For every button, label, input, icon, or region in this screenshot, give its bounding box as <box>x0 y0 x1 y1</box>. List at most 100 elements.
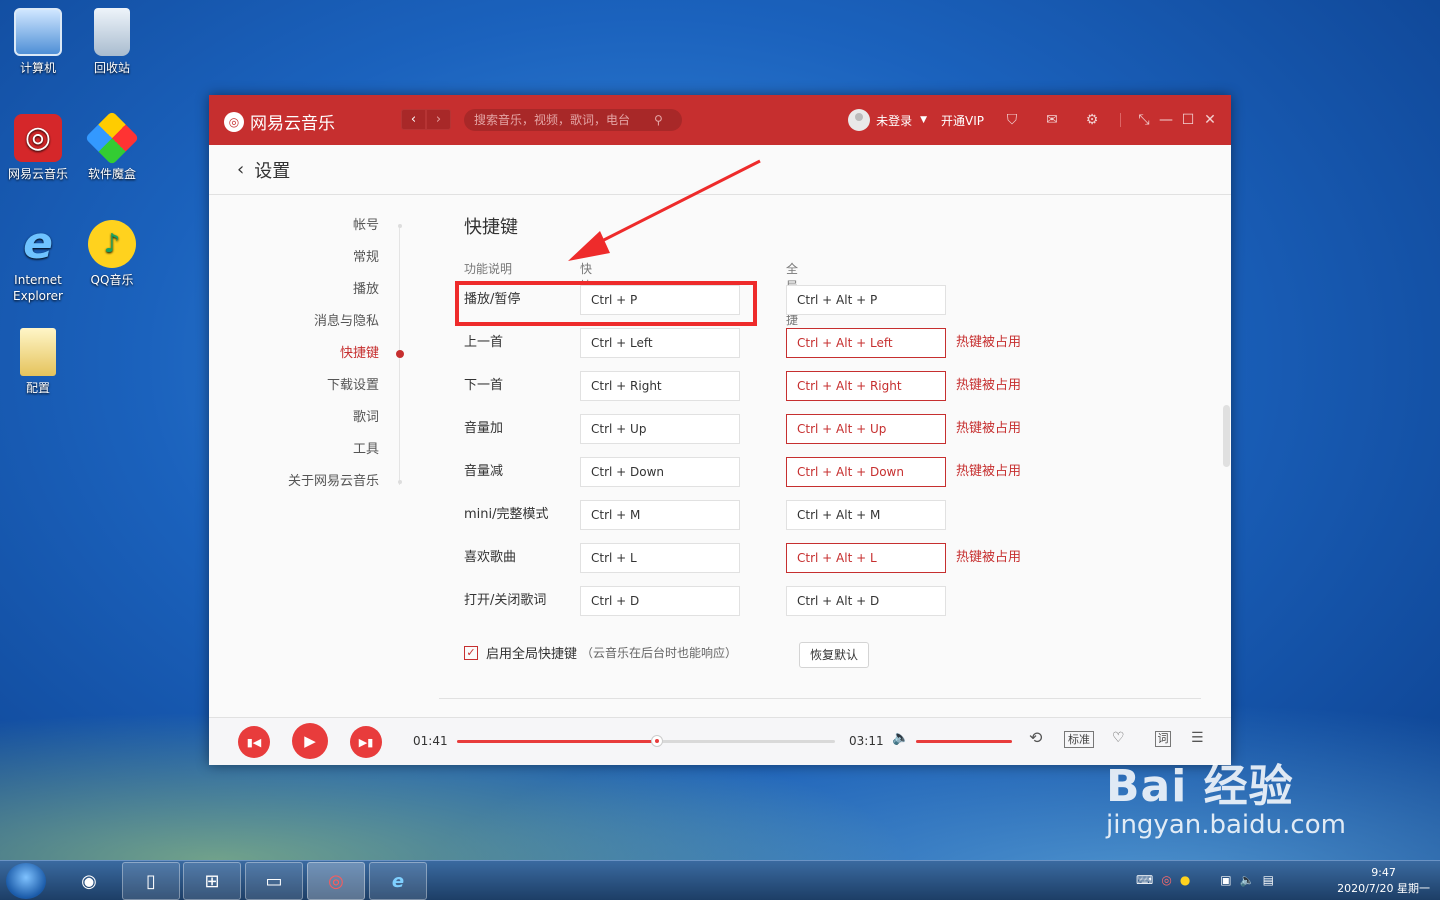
search-icon[interactable]: ⚲ <box>654 113 663 127</box>
desktop-icon-label: 网易云音乐 <box>7 167 68 181</box>
netease-tray-icon[interactable]: ◎ <box>1161 873 1171 887</box>
shortcut-key-field[interactable]: Ctrl + Down <box>580 457 740 487</box>
back-arrow-icon[interactable]: ‹ <box>237 159 244 180</box>
enable-global-shortcuts[interactable]: ✓ 启用全局快捷键 （云音乐在后台时也能响应） <box>464 643 737 662</box>
sidebar-item[interactable]: 常规 <box>269 245 409 277</box>
progress-knob[interactable] <box>651 735 664 747</box>
keyboard-icon[interactable]: ⌨ <box>1136 873 1153 887</box>
enable-global-checkbox[interactable]: ✓ <box>464 645 478 660</box>
shortcut-row: 上一首 Ctrl + Left Ctrl + Alt + Left 热键被占用 <box>464 328 1044 358</box>
desktop-icon-internet-explorer[interactable]: e Internet Explorer <box>0 220 76 304</box>
global-shortcut-field[interactable]: Ctrl + Alt + Left <box>786 328 946 358</box>
close-icon[interactable]: ✕ <box>1199 112 1221 128</box>
open-vip-link[interactable]: 开通VIP <box>941 112 984 129</box>
qq-music-tray-icon[interactable]: ● <box>1180 873 1190 887</box>
shortcut-key-field[interactable]: Ctrl + M <box>580 500 740 530</box>
restore-defaults-button[interactable]: 恢复默认 <box>799 642 869 668</box>
global-shortcut-field[interactable]: Ctrl + Alt + Right <box>786 371 946 401</box>
annotation-highlight-box <box>455 281 757 326</box>
global-shortcut-field[interactable]: Ctrl + Alt + Down <box>786 457 946 487</box>
minimize-icon[interactable]: — <box>1155 112 1177 128</box>
shortcut-row: 音量减 Ctrl + Down Ctrl + Alt + Down 热键被占用 <box>464 457 1044 487</box>
desktop-icon-config-folder[interactable]: 配置 <box>0 328 76 396</box>
shortcut-key-field[interactable]: Ctrl + Up <box>580 414 740 444</box>
avatar[interactable] <box>848 109 871 131</box>
shortcut-key-field[interactable]: Ctrl + Left <box>580 328 740 358</box>
volume-bar[interactable] <box>916 740 1012 743</box>
notebook-icon: ▭ <box>265 870 283 892</box>
desktop-icon-software-box[interactable]: 软件魔盒 <box>74 110 150 182</box>
shortcut-row: 喜欢歌曲 Ctrl + L Ctrl + Alt + L 热键被占用 <box>464 543 1044 573</box>
clock[interactable]: 9:47 2020/7/20 星期一 <box>1337 865 1430 897</box>
start-button[interactable] <box>6 863 46 899</box>
desktop-icon-label: 软件魔盒 <box>87 167 136 181</box>
hotkey-occupied-warning: 热键被占用 <box>956 464 1022 479</box>
sidebar-item[interactable]: 播放 <box>269 277 409 309</box>
scrollbar[interactable] <box>1223 405 1230 467</box>
title-divider <box>1120 113 1121 127</box>
play-button[interactable]: ▶ <box>292 723 328 759</box>
previous-button[interactable]: ▮◀ <box>238 726 270 758</box>
maximize-icon[interactable]: ☐ <box>1177 112 1199 128</box>
desktop-icon-qq-music[interactable]: ♪ QQ音乐 <box>74 220 150 288</box>
desktop-icon-recycle-bin[interactable]: 回收站 <box>74 8 150 76</box>
taskbar-internet-explorer[interactable]: e <box>369 862 427 900</box>
speaker-icon[interactable]: 🔈 <box>1240 873 1255 887</box>
global-shortcut-field[interactable]: Ctrl + Alt + D <box>786 586 946 616</box>
repeat-icon[interactable]: ⟲ <box>1029 728 1042 747</box>
back-nav-button[interactable]: ‹ <box>401 109 426 130</box>
sidebar-item[interactable]: 帐号 <box>269 213 409 245</box>
search-box[interactable]: ⚲ <box>464 109 682 131</box>
network-app-icon[interactable]: ▣ <box>1220 873 1231 887</box>
global-shortcut-field[interactable]: Ctrl + Alt + P <box>786 285 946 315</box>
taskbar-notebook-app[interactable]: ▭ <box>245 862 303 900</box>
shortcut-function-label: mini/完整模式 <box>464 507 549 522</box>
taskbar-chrome[interactable]: ◉ <box>60 862 118 900</box>
sidebar-item[interactable]: 歌词 <box>269 405 409 437</box>
app-logo[interactable]: ◎ 网易云音乐 <box>224 109 335 134</box>
taskbar-netease-music[interactable]: ◎ <box>307 862 365 900</box>
shortcut-key-field[interactable]: Ctrl + L <box>580 543 740 573</box>
mail-icon[interactable]: ✉ <box>1040 112 1064 128</box>
gear-icon[interactable]: ⚙ <box>1080 112 1104 128</box>
shortcut-row: 下一首 Ctrl + Right Ctrl + Alt + Right 热键被占用 <box>464 371 1044 401</box>
folder-icon <box>20 328 56 376</box>
history-nav: ‹ › <box>401 109 451 130</box>
shortcut-function-label: 打开/关闭歌词 <box>464 593 547 608</box>
global-shortcut-field[interactable]: Ctrl + Alt + L <box>786 543 946 573</box>
shortcut-key-field[interactable]: Ctrl + D <box>580 586 740 616</box>
content-divider <box>439 698 1201 699</box>
netease-music-icon: ◎ <box>328 870 344 892</box>
volume-icon[interactable]: 🔈 <box>892 730 909 746</box>
taskbar-windows-app[interactable]: ⊞ <box>183 862 241 900</box>
taskbar-phone-app[interactable]: ▯ <box>122 862 180 900</box>
progress-bar[interactable] <box>457 735 835 747</box>
next-button[interactable]: ▶▮ <box>350 726 382 758</box>
sound-effect-icon[interactable]: ♡ <box>1112 730 1125 746</box>
network-icon[interactable]: ▤ <box>1263 873 1274 887</box>
global-shortcut-field[interactable]: Ctrl + Alt + M <box>786 500 946 530</box>
skin-icon[interactable]: ⛉ <box>1000 112 1024 128</box>
sidebar-item[interactable]: 关于网易云音乐 <box>269 469 409 501</box>
sidebar-item[interactable]: 下载设置 <box>269 373 409 405</box>
sidebar-item[interactable]: 快捷键 <box>269 341 409 373</box>
forward-nav-button[interactable]: › <box>426 109 451 130</box>
global-shortcut-field[interactable]: Ctrl + Alt + Up <box>786 414 946 444</box>
desktop-icon-netease-music[interactable]: ◎ 网易云音乐 <box>0 114 76 182</box>
search-input[interactable] <box>474 113 654 127</box>
login-link[interactable]: 未登录 <box>876 112 912 129</box>
quality-toggle[interactable]: 标准 <box>1064 731 1094 748</box>
sidebar-item[interactable]: 工具 <box>269 437 409 469</box>
desktop-icon-computer[interactable]: 计算机 <box>0 8 76 76</box>
chevron-right-icon: › <box>435 112 442 127</box>
sidebar-item[interactable]: 消息与隐私 <box>269 309 409 341</box>
chevron-down-icon[interactable]: ▼ <box>920 115 927 125</box>
mini-mode-icon[interactable]: ⤡ <box>1133 112 1155 128</box>
software-box-icon <box>84 110 140 166</box>
enable-global-label: 启用全局快捷键 <box>486 647 578 662</box>
playlist-icon[interactable]: ☰ <box>1191 730 1204 746</box>
chrome-icon: ◉ <box>81 870 97 892</box>
lyric-toggle[interactable]: 词 <box>1155 731 1171 747</box>
shortcut-key-field[interactable]: Ctrl + Right <box>580 371 740 401</box>
qq-music-icon: ♪ <box>88 220 136 268</box>
